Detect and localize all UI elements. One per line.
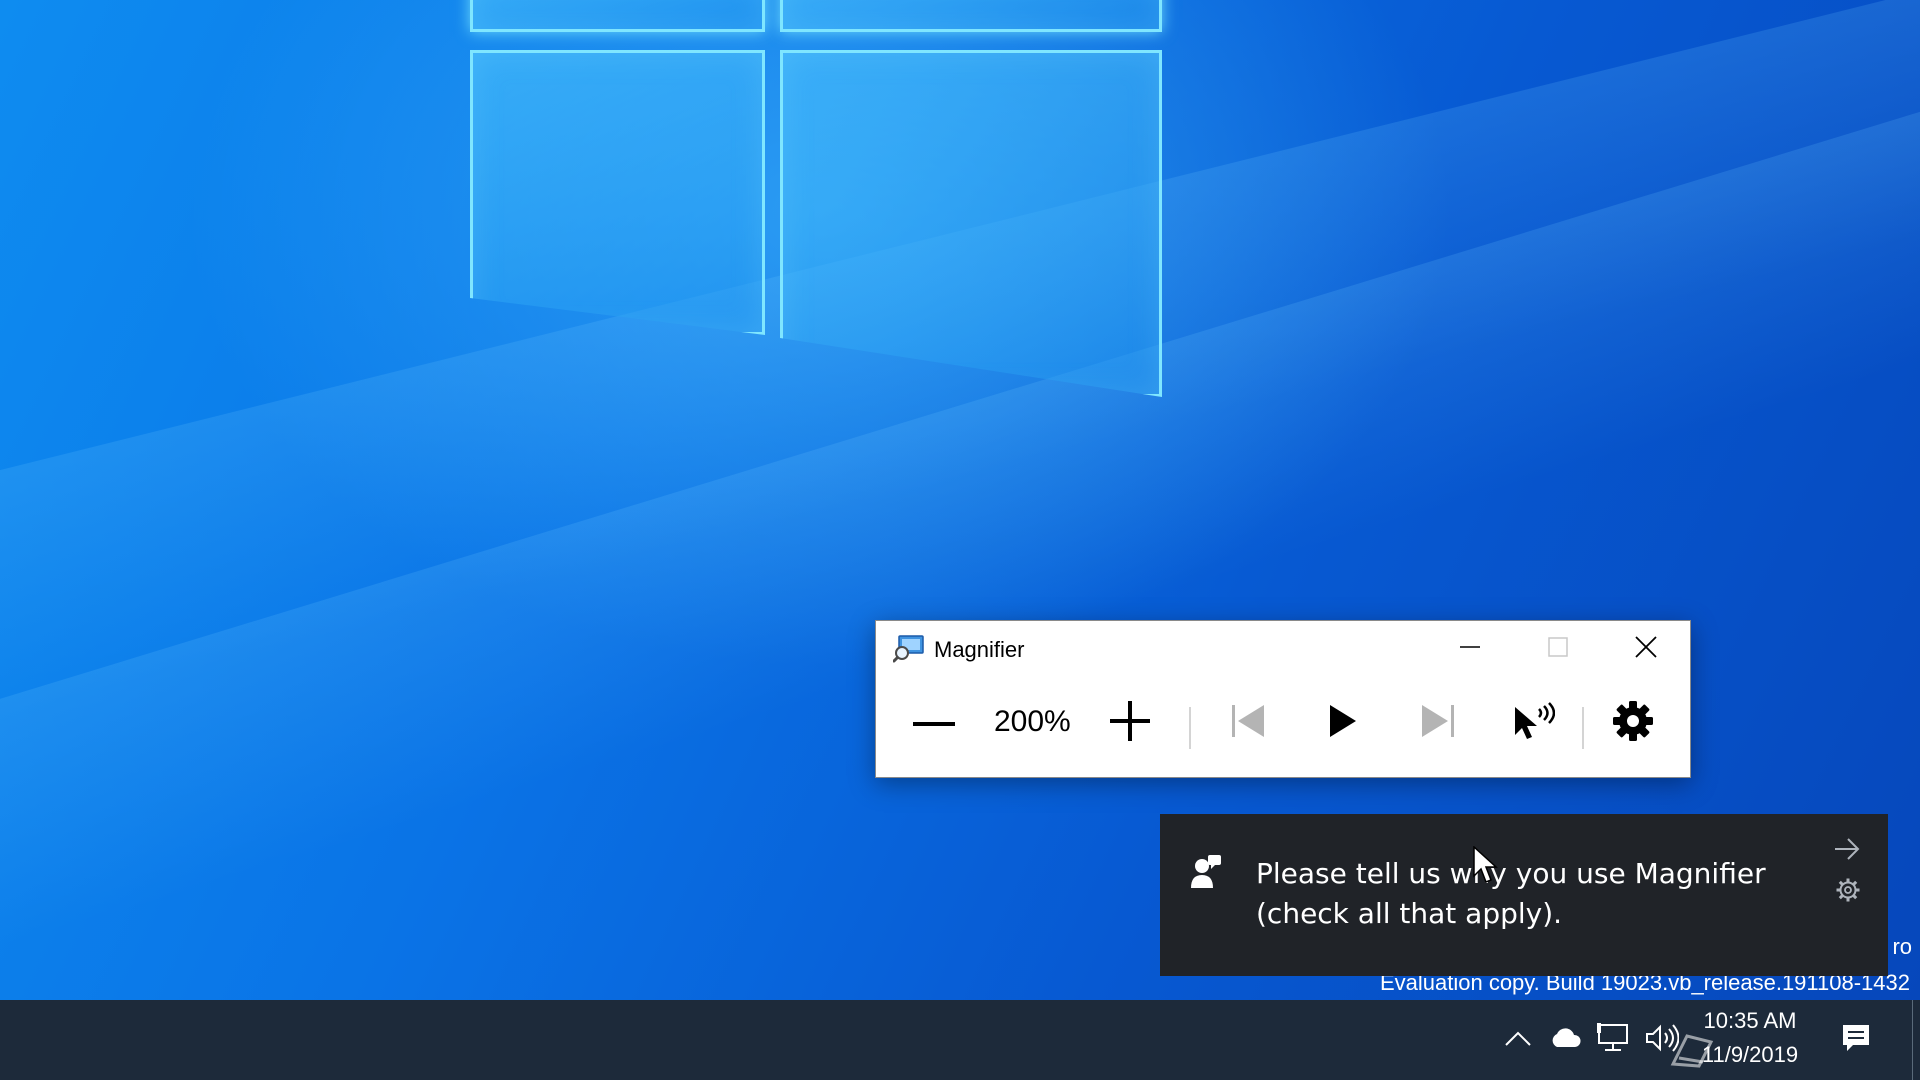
close-button[interactable] xyxy=(1602,621,1690,677)
minimize-button[interactable] xyxy=(1426,621,1514,677)
gear-icon[interactable] xyxy=(1836,878,1860,907)
show-hidden-icons-button[interactable] xyxy=(1500,1020,1536,1060)
edition-watermark: ro xyxy=(1892,934,1912,959)
toolbar-separator xyxy=(1189,707,1191,749)
play-button[interactable] xyxy=(1313,695,1373,751)
toast-notification[interactable]: Please tell us why you use Magnifier (ch… xyxy=(1160,814,1888,976)
magnifier-window: Magnifier 200% xyxy=(875,620,1691,778)
gear-icon xyxy=(1612,700,1654,747)
feedback-hub-icon xyxy=(1190,854,1222,895)
toast-message: Please tell us why you use Magnifier (ch… xyxy=(1256,854,1816,934)
magnifier-toolbar: 200% xyxy=(876,677,1690,777)
windows-logo-pane xyxy=(470,50,765,335)
skip-next-icon xyxy=(1420,704,1456,743)
show-desktop-button[interactable] xyxy=(1912,1000,1920,1080)
network-button[interactable] xyxy=(1594,1020,1634,1060)
toast-message-line: (check all that apply). xyxy=(1256,897,1563,930)
next-button[interactable] xyxy=(1403,695,1473,751)
network-icon xyxy=(1597,1022,1631,1058)
pointer-read-aloud-icon xyxy=(1511,701,1556,746)
action-center-icon xyxy=(1841,1023,1871,1058)
action-center-button[interactable] xyxy=(1836,1020,1876,1060)
zoom-in-button[interactable] xyxy=(1102,695,1158,751)
toolbar-separator xyxy=(1582,707,1584,749)
chevron-up-icon xyxy=(1505,1030,1531,1051)
maximize-button[interactable] xyxy=(1514,621,1602,677)
magnifier-app-icon xyxy=(892,635,925,663)
windows-logo-pane xyxy=(780,0,1162,32)
previous-button[interactable] xyxy=(1213,695,1283,751)
onedrive-button[interactable] xyxy=(1546,1020,1586,1060)
windows-logo-pane xyxy=(470,0,765,32)
toast-message-line: Please tell us why you use Magnifier xyxy=(1256,857,1766,890)
settings-button[interactable] xyxy=(1605,695,1661,751)
plus-icon xyxy=(1110,700,1150,746)
clock-time: 10:35 AM xyxy=(1703,1008,1797,1033)
minimize-icon xyxy=(1460,637,1480,662)
taskbar: 10:35 AM 11/9/2019 xyxy=(0,1000,1920,1080)
window-title: Magnifier xyxy=(934,637,1025,662)
zoom-level: 200% xyxy=(994,705,1071,738)
close-icon xyxy=(1635,635,1657,663)
read-from-pointer-button[interactable] xyxy=(1498,695,1568,751)
arrow-right-icon[interactable] xyxy=(1834,838,1860,865)
skip-previous-icon xyxy=(1230,704,1266,743)
play-icon xyxy=(1329,704,1357,743)
maximize-icon xyxy=(1548,636,1568,662)
onedrive-cloud-icon xyxy=(1549,1027,1583,1053)
title-bar[interactable]: Magnifier xyxy=(876,621,1690,677)
minus-icon xyxy=(913,714,955,732)
clock-date: 11/9/2019 xyxy=(1701,1042,1799,1067)
windows-logo-pane xyxy=(780,50,1162,397)
mouse-cursor-icon xyxy=(1473,845,1499,889)
zoom-out-button[interactable] xyxy=(906,695,962,751)
